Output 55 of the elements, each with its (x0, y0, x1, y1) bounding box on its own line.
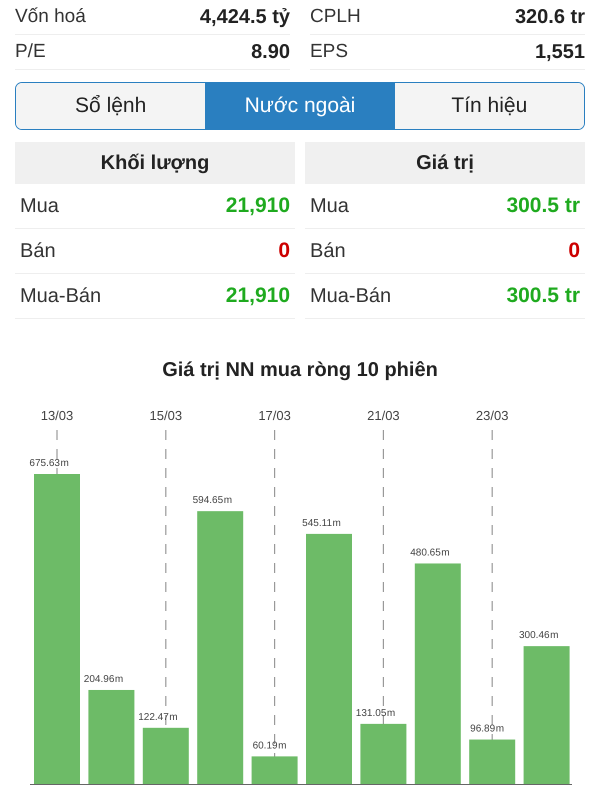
stat-label: EPS (310, 41, 348, 63)
row-label: Mua (310, 194, 349, 218)
stat-label: P/E (15, 41, 46, 63)
stat-value: 1,551 (534, 40, 585, 64)
axis-label: 15/03 (150, 408, 182, 423)
axis-label: 23/03 (476, 408, 508, 423)
stat-value: 8.90 (251, 40, 290, 64)
data-label: 300.46 (519, 630, 550, 642)
volume-value: 21,910 (226, 284, 290, 308)
data-label: 204.96 (84, 674, 114, 685)
row-label: Bán (310, 240, 346, 262)
data-label: 480.65 (410, 547, 441, 558)
data-label: 131.05 (356, 708, 386, 719)
unit-label: m (60, 458, 69, 469)
column-header: Giá trị (305, 142, 585, 184)
value-amount: 300.5 tr (506, 194, 580, 218)
stat-label: CPLH (310, 6, 361, 28)
axis-label: 13/03 (40, 408, 74, 423)
unit-label: m (550, 630, 558, 642)
unit-label: m (441, 547, 450, 558)
data-label: 594.65 (192, 495, 224, 506)
data-label: 545.11 (302, 518, 332, 529)
bar (142, 728, 189, 784)
bar (360, 724, 406, 784)
unit-label: m (114, 674, 124, 685)
value-amount: 0 (568, 239, 580, 263)
column-header: Khối lượng (15, 142, 295, 184)
value-amount: 300.5 tr (506, 284, 580, 308)
data-label: 122.47 (138, 712, 169, 723)
tab[interactable]: Sổ lệnh (16, 83, 206, 129)
row-label: Mua-Bán (310, 284, 392, 308)
row-label: Mua-Bán (20, 284, 102, 308)
volume-value: 0 (278, 239, 290, 263)
bar (469, 740, 516, 784)
data-label: 60.19 (252, 740, 278, 752)
unit-label: m (386, 708, 396, 719)
stat-value: 4,424.5 tỷ (200, 6, 290, 28)
axis-label: 21/03 (367, 408, 400, 423)
tab[interactable]: Nước ngoài (205, 83, 395, 129)
chart-title: Giá trị NN mua ròng 10 phiên (161, 359, 439, 382)
unit-label: m (224, 495, 232, 506)
tab[interactable]: Tín hiệu (394, 83, 584, 129)
unit-label: m (278, 740, 286, 752)
unit-label: m (169, 712, 178, 723)
stat-value: 320.6 tr (514, 6, 585, 28)
row-label: Bán (20, 240, 56, 262)
axis-label: 17/03 (258, 408, 291, 423)
volume-value: 21,910 (226, 194, 290, 218)
stat-label: Vốn hoá (15, 6, 86, 28)
row-label: Mua (20, 194, 59, 218)
unit-label: m (332, 518, 341, 529)
data-label: 96.89 (470, 724, 496, 735)
data-label: 675.63 (29, 458, 60, 469)
bar (252, 756, 298, 784)
unit-label: m (496, 724, 504, 735)
